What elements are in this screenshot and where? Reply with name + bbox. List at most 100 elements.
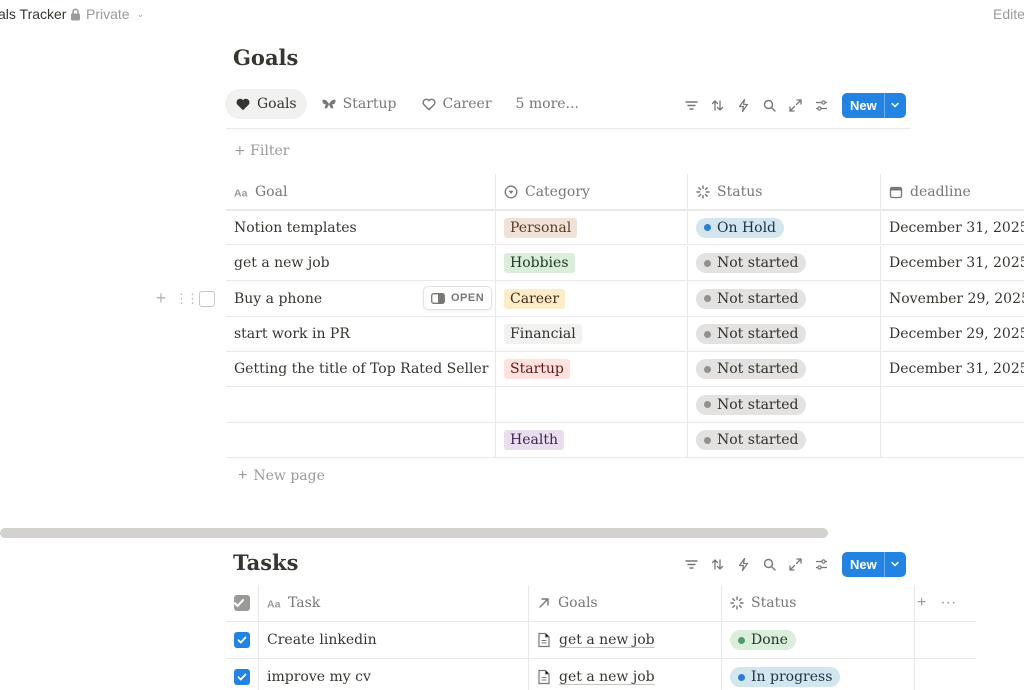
privacy-selector[interactable]: Private ⌄ [70,6,144,22]
table-row[interactable]: Notion templates Personal On Hold Decemb… [226,210,1024,245]
expand-icon[interactable] [782,551,808,577]
row-select-checkbox[interactable] [199,290,215,307]
tab-startup[interactable]: Startup [311,89,407,119]
goal-cell[interactable] [226,423,496,457]
select-all-checkbox[interactable] [233,595,250,611]
chevron-down-icon[interactable] [883,92,906,118]
table-row[interactable]: improve my cv get a new job In progress [226,659,976,690]
sort-icon[interactable] [704,551,730,577]
goal-link-label: get a new job [559,669,655,685]
column-label: deadline [910,183,971,200]
tab-career[interactable]: Career [411,89,502,119]
goal-link[interactable]: get a new job [537,632,655,648]
goal-cell[interactable]: Getting the title of Top Rated Seller [226,352,496,386]
task-done-checkbox[interactable] [234,669,250,685]
goal-cell[interactable]: Notion templates [226,211,496,244]
add-property-icon[interactable]: + [917,594,926,612]
category-cell[interactable]: Financial [496,317,688,351]
automation-bolt-icon[interactable] [730,92,756,118]
filter-icon[interactable] [678,551,704,577]
checkbox-cell[interactable] [226,622,259,658]
search-icon[interactable] [756,551,782,577]
column-header-goal[interactable]: Aa Goal [226,174,496,209]
table-row[interactable]: Create linkedin get a new job Done [226,622,976,659]
goals-title[interactable]: Goals [233,45,298,70]
goal-relation-cell[interactable]: get a new job [529,622,722,658]
filter-icon[interactable] [678,92,704,118]
settings-sliders-icon[interactable] [808,551,834,577]
category-cell[interactable]: Career [496,281,688,316]
more-options-icon[interactable]: ··· [940,594,956,612]
expand-icon[interactable] [782,92,808,118]
column-header-status[interactable]: Status [722,585,915,621]
table-row[interactable]: get a new job Hobbies Not started Decemb… [226,246,1024,281]
column-header-goals[interactable]: Goals [529,585,722,621]
goal-cell[interactable]: Buy a phone OPEN [226,281,496,316]
table-row[interactable]: Health Not started [226,423,1024,458]
status-dot [704,401,711,408]
task-cell[interactable]: improve my cv [259,659,529,690]
status-cell[interactable]: Not started [688,352,881,386]
category-cell[interactable]: Health [496,423,688,457]
table-row[interactable]: Buy a phone OPEN Career Not started Nove… [226,281,1024,317]
deadline-cell[interactable]: November 29, 2025 [881,281,1024,316]
status-cell[interactable]: Not started [688,423,881,457]
status-cell[interactable]: Not started [688,246,881,280]
deadline-cell[interactable] [881,423,1024,457]
category-tag: Hobbies [504,253,575,273]
deadline-cell[interactable]: December 31, 2025 [881,352,1024,386]
goals-new-button[interactable]: New [842,92,906,118]
category-cell[interactable]: Startup [496,352,688,386]
deadline-cell[interactable]: December 31, 2025 [881,246,1024,280]
column-header-task[interactable]: Aa Task [259,585,529,621]
add-filter-button[interactable]: + Filter [234,143,289,159]
checkbox-cell[interactable] [226,659,259,690]
sort-icon[interactable] [704,92,730,118]
search-icon[interactable] [756,92,782,118]
column-header-category[interactable]: Category [496,174,688,209]
column-header-deadline[interactable]: deadline [881,174,1024,209]
settings-sliders-icon[interactable] [808,92,834,118]
table-row[interactable]: Not started [226,387,1024,423]
deadline-cell[interactable]: December 31, 2025 [881,211,1024,244]
category-cell[interactable]: Hobbies [496,246,688,280]
status-cell[interactable]: Not started [688,387,881,422]
tab-goals[interactable]: Goals [225,89,307,119]
side-peek-icon [431,292,445,304]
goal-cell[interactable] [226,387,496,422]
status-cell[interactable]: Done [722,622,915,658]
add-row-icon[interactable]: + [153,288,169,309]
category-cell[interactable] [496,387,688,422]
deadline-cell[interactable]: December 29, 2025 [881,317,1024,351]
text-aa-icon: Aa [267,598,281,610]
chevron-down-icon[interactable] [883,551,906,577]
goal-cell[interactable]: start work in PR [226,317,496,351]
calendar-icon [889,186,903,198]
top-bar: als Tracker Private ⌄ Edite [0,0,1024,30]
status-cell[interactable]: Not started [688,281,881,316]
new-page-button[interactable]: + New page [238,467,325,485]
table-row[interactable]: start work in PR Financial Not started D… [226,317,1024,352]
column-header-status[interactable]: Status [688,174,881,209]
drag-handle-icon[interactable]: ⋮⋮ [175,291,199,307]
breadcrumb[interactable]: als Tracker [0,6,66,22]
task-cell[interactable]: Create linkedin [259,622,529,658]
column-label: Status [717,183,763,200]
open-page-button[interactable]: OPEN [423,286,493,310]
deadline-cell[interactable] [881,387,1024,422]
status-cell[interactable]: On Hold [688,211,881,244]
tab-more[interactable]: 5 more... [506,89,589,119]
table-row[interactable]: Getting the title of Top Rated Seller St… [226,352,1024,387]
tasks-new-button[interactable]: New [842,551,906,577]
horizontal-scrollbar[interactable] [0,528,828,538]
status-cell[interactable]: In progress [722,659,915,690]
goal-link[interactable]: get a new job [537,669,655,685]
goal-cell[interactable]: get a new job [226,246,496,280]
automation-bolt-icon[interactable] [730,551,756,577]
status-cell[interactable]: Not started [688,317,881,351]
select-all-cell[interactable] [226,585,259,621]
goal-relation-cell[interactable]: get a new job [529,659,722,690]
tasks-title[interactable]: Tasks [233,550,298,575]
task-done-checkbox[interactable] [234,632,250,648]
category-cell[interactable]: Personal [496,211,688,244]
